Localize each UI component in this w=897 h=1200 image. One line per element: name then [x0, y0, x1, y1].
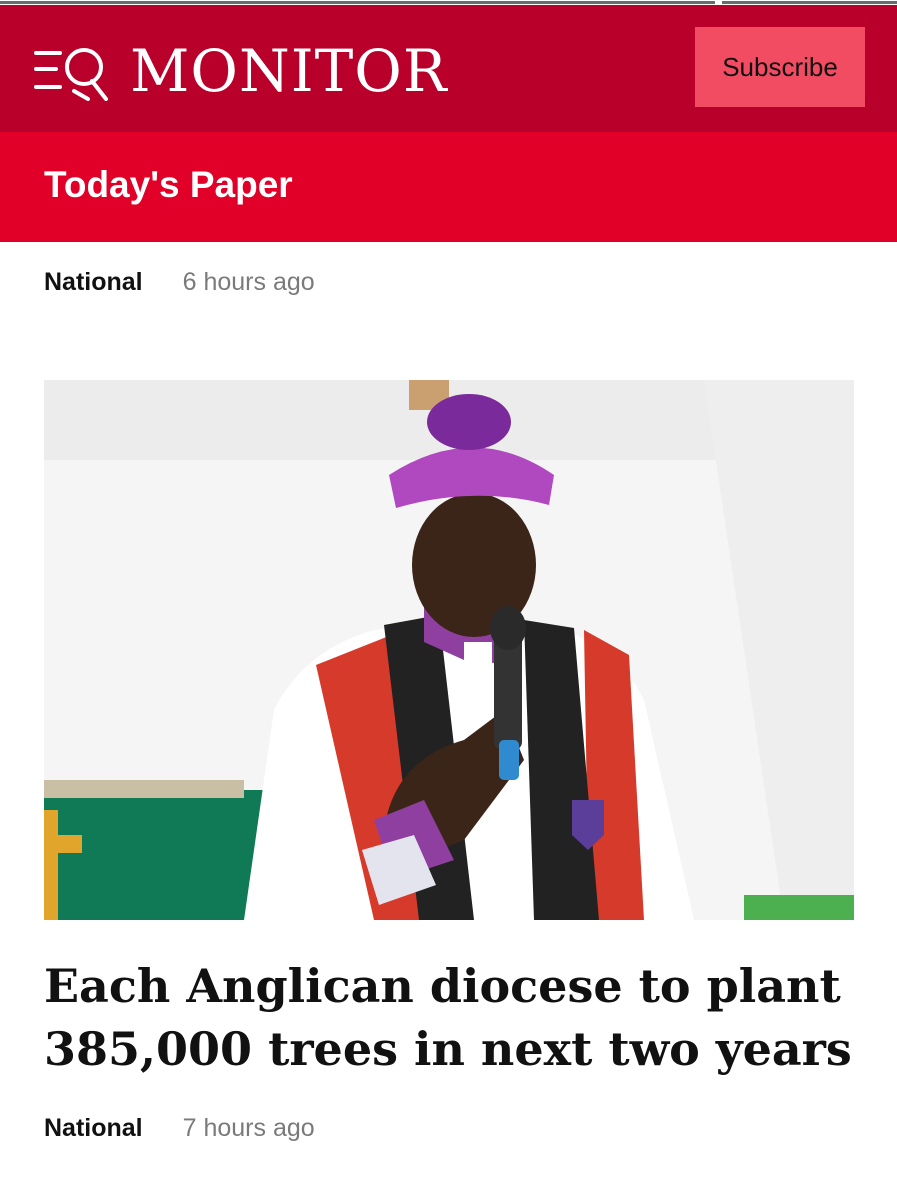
section-header: Today's Paper	[0, 132, 897, 242]
section-title[interactable]: Today's Paper	[44, 164, 293, 206]
article-meta: National 6 hours ago	[44, 268, 315, 297]
site-header: MONITOR Subscribe	[0, 5, 897, 132]
subscribe-button[interactable]: Subscribe	[695, 27, 865, 107]
monitor-logo-icon	[34, 48, 108, 101]
article-category[interactable]: National	[44, 268, 143, 297]
article-time: 7 hours ago	[182, 1114, 315, 1142]
top-line-segment	[722, 1, 897, 4]
site-logo[interactable]: MONITOR	[34, 41, 448, 101]
bishop-photo	[44, 380, 854, 920]
top-line-segment	[0, 1, 715, 4]
brand-name: MONITOR	[130, 37, 448, 105]
article-category[interactable]: National	[44, 1114, 143, 1143]
article-time: 6 hours ago	[182, 268, 315, 296]
article-meta: National 7 hours ago	[44, 1114, 315, 1143]
article-headline[interactable]: Each Anglican diocese to plant 385,000 t…	[44, 955, 864, 1081]
article-image[interactable]	[44, 380, 854, 920]
